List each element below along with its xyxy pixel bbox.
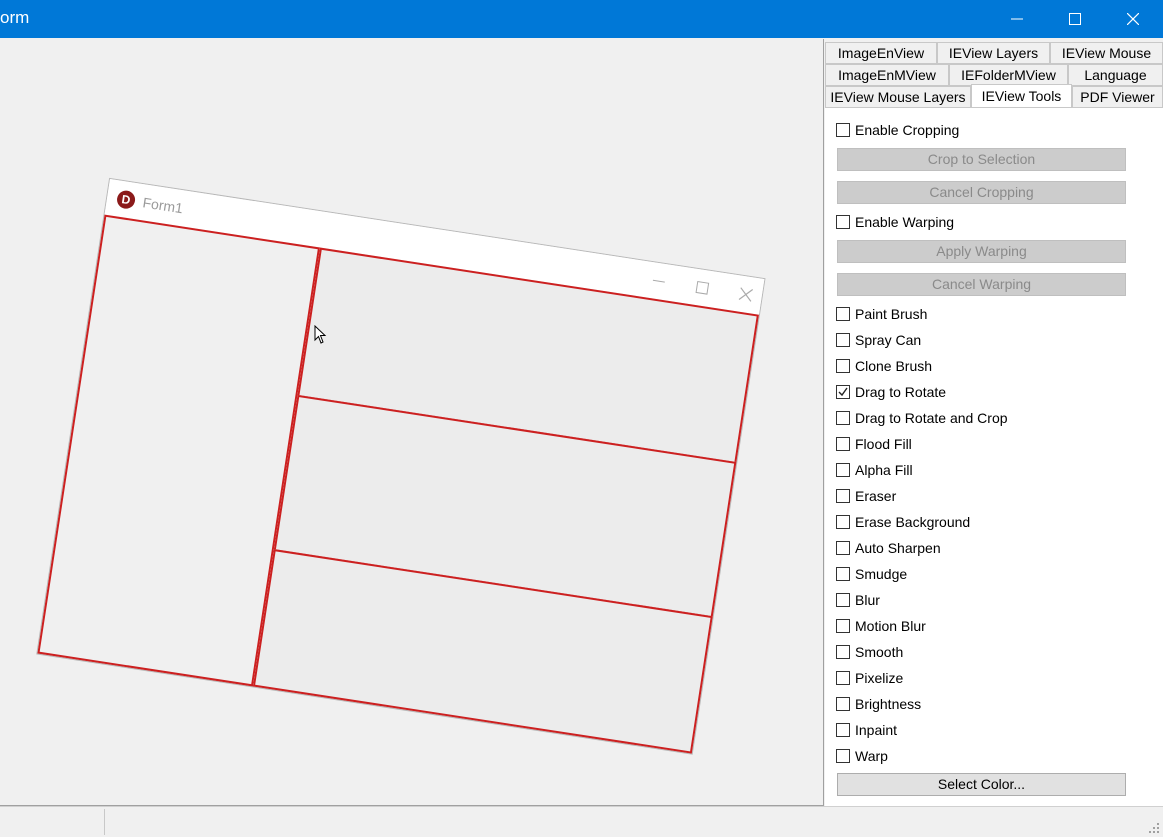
maximize-icon: [1069, 13, 1081, 25]
tool-option-checkbox[interactable]: Drag to Rotate: [836, 382, 946, 402]
tool-option-checkbox[interactable]: Flood Fill: [836, 434, 912, 454]
checkbox-box: [836, 333, 850, 347]
checkbox-label: Drag to Rotate and Crop: [855, 410, 1008, 426]
enable-warping-checkbox[interactable]: Enable Warping: [836, 212, 954, 232]
close-icon: [1127, 13, 1139, 25]
checkbox-label: Alpha Fill: [855, 462, 913, 478]
image-viewer[interactable]: D Form1: [0, 39, 824, 806]
tab-iefoldermview[interactable]: IEFolderMView: [949, 64, 1068, 86]
checkmark-icon: [838, 387, 848, 397]
tool-option-checkbox[interactable]: Blur: [836, 590, 880, 610]
form-minimize-icon: [647, 270, 670, 293]
tab-ieview-mouse[interactable]: IEView Mouse: [1050, 42, 1163, 64]
checkbox-box: [836, 645, 850, 659]
window-titlebar: orm: [0, 0, 1163, 38]
tool-option-checkbox[interactable]: Spray Can: [836, 330, 921, 350]
checkbox-box: [836, 593, 850, 607]
tool-option-checkbox[interactable]: Auto Sharpen: [836, 538, 941, 558]
minimize-button[interactable]: [988, 0, 1046, 38]
close-button[interactable]: [1104, 0, 1162, 38]
status-bar: [0, 806, 1163, 837]
tool-option-checkbox[interactable]: Smudge: [836, 564, 907, 584]
status-separator: [104, 809, 105, 835]
tool-option-checkbox[interactable]: Motion Blur: [836, 616, 926, 636]
checkbox-box: [836, 411, 850, 425]
mouse-cursor-icon: [314, 325, 327, 344]
tab-language[interactable]: Language: [1068, 64, 1163, 86]
checkbox-box: [836, 307, 850, 321]
checkbox-label: Blur: [855, 592, 880, 608]
ieview-tools-panel: Enable Cropping Crop to Selection Cancel…: [825, 107, 1163, 806]
checkbox-label: Erase Background: [855, 514, 971, 530]
tool-option-checkbox[interactable]: Pixelize: [836, 668, 903, 688]
checkbox-label: Inpaint: [855, 722, 898, 738]
checkbox-label: Enable Cropping: [855, 122, 960, 138]
form-maximize-icon: [691, 276, 714, 299]
rotated-form-image[interactable]: D Form1: [37, 179, 765, 754]
cancel-cropping-button[interactable]: Cancel Cropping: [837, 181, 1126, 204]
checkbox-label: Smudge: [855, 566, 908, 582]
select-color-button[interactable]: Select Color...: [837, 773, 1126, 796]
tab-imageenmview[interactable]: ImageEnMView: [825, 64, 949, 86]
checkbox-box: [836, 123, 850, 137]
tool-option-checkbox[interactable]: Brightness: [836, 694, 921, 714]
form-close-icon: [734, 283, 757, 306]
checkbox-label: Auto Sharpen: [855, 540, 941, 556]
checkbox-label: Enable Warping: [855, 214, 955, 230]
checkbox-box: [836, 567, 850, 581]
tab-ieview-layers[interactable]: IEView Layers: [937, 42, 1050, 64]
tool-option-checkbox[interactable]: Clone Brush: [836, 356, 932, 376]
checkbox-box: [836, 671, 850, 685]
tab-ieview-tools[interactable]: IEView Tools: [971, 84, 1072, 108]
checkbox-box: [836, 215, 850, 229]
checkbox-label: Pixelize: [855, 670, 904, 686]
enable-cropping-checkbox[interactable]: Enable Cropping: [836, 120, 959, 140]
checkbox-box: [836, 489, 850, 503]
checkbox-label: Brightness: [855, 696, 922, 712]
delphi-icon: D: [115, 189, 137, 210]
resize-grip-icon[interactable]: [1148, 822, 1160, 834]
window-title: orm: [0, 8, 30, 27]
checkbox-box: [836, 385, 850, 399]
apply-warping-button[interactable]: Apply Warping: [837, 240, 1126, 263]
checkbox-box: [836, 359, 850, 373]
checkbox-label: Clone Brush: [855, 358, 933, 374]
tool-option-checkbox[interactable]: Warp: [836, 746, 888, 766]
tab-imageenview[interactable]: ImageEnView: [825, 42, 937, 64]
checkbox-box: [836, 697, 850, 711]
tool-option-checkbox[interactable]: Paint Brush: [836, 304, 927, 324]
crop-to-selection-button[interactable]: Crop to Selection: [837, 148, 1126, 171]
cancel-warping-button[interactable]: Cancel Warping: [837, 273, 1126, 296]
tool-option-checkbox[interactable]: Alpha Fill: [836, 460, 913, 480]
tool-option-checkbox[interactable]: Inpaint: [836, 720, 897, 740]
tool-option-checkbox[interactable]: Drag to Rotate and Crop: [836, 408, 1008, 428]
tool-option-checkbox[interactable]: Eraser: [836, 486, 896, 506]
tab-pdf-viewer[interactable]: PDF Viewer: [1072, 86, 1163, 108]
checkbox-box: [836, 437, 850, 451]
checkbox-box: [836, 515, 850, 529]
checkbox-label: Warp: [855, 748, 888, 764]
tool-option-checkbox[interactable]: Erase Background: [836, 512, 970, 532]
checkbox-label: Spray Can: [855, 332, 922, 348]
checkbox-box: [836, 541, 850, 555]
checkbox-label: Motion Blur: [855, 618, 926, 634]
checkbox-label: Eraser: [855, 488, 897, 504]
maximize-button[interactable]: [1046, 0, 1104, 38]
checkbox-label: Flood Fill: [855, 436, 912, 452]
checkbox-label: Smooth: [855, 644, 904, 660]
checkbox-label: Paint Brush: [855, 306, 928, 322]
checkbox-label: Drag to Rotate: [855, 384, 947, 400]
checkbox-box: [836, 463, 850, 477]
checkbox-box: [836, 723, 850, 737]
checkbox-box: [836, 749, 850, 763]
tool-option-checkbox[interactable]: Smooth: [836, 642, 903, 662]
form-preview-title: Form1: [141, 194, 185, 217]
minimize-icon: [1011, 18, 1023, 20]
tab-ieview-mouse-layers[interactable]: IEView Mouse Layers: [825, 86, 971, 108]
checkbox-box: [836, 619, 850, 633]
